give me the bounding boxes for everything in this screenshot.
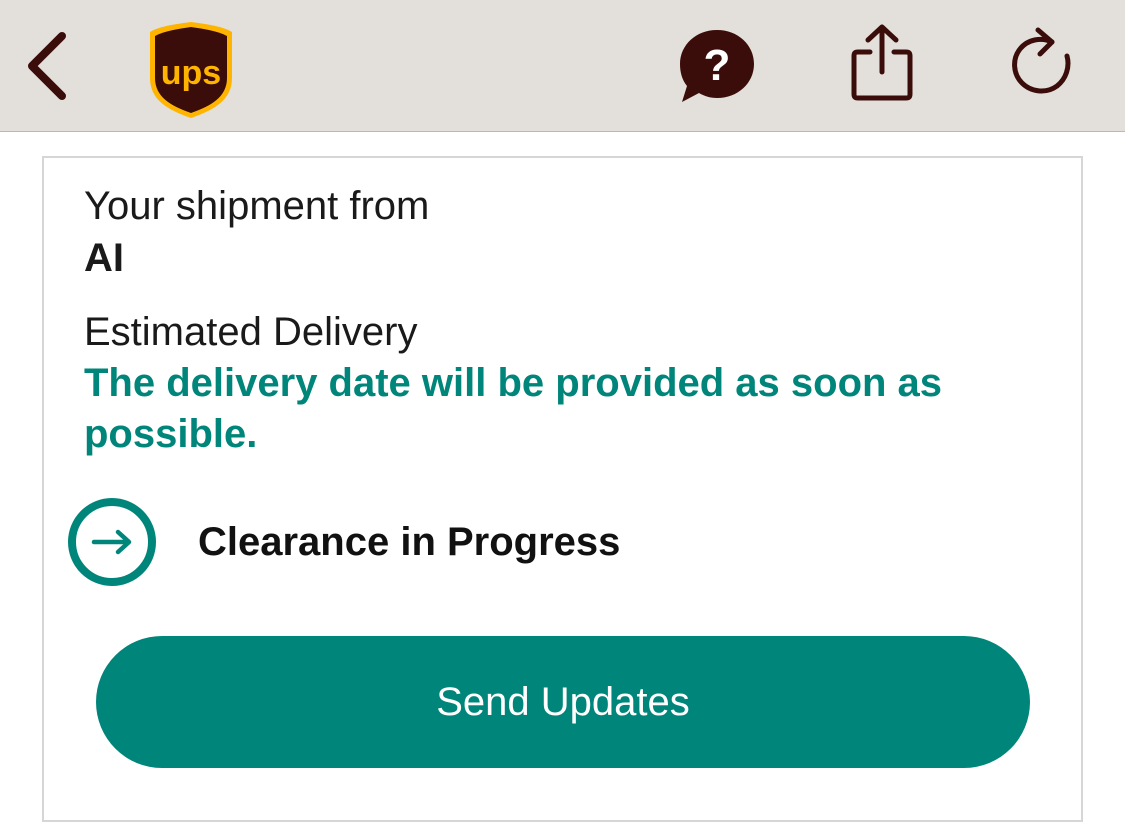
shipment-from-label: Your shipment from (84, 184, 430, 228)
arrow-right-circle-icon (66, 496, 158, 588)
shipment-card: Your shipment from AI Estimated Delivery… (42, 156, 1083, 822)
ups-logo: ups (146, 20, 236, 120)
share-button[interactable] (846, 22, 918, 104)
refresh-icon (1012, 27, 1071, 94)
help-bubble-icon: ? (680, 30, 754, 102)
estimated-delivery-value: The delivery date will be provided as so… (84, 361, 943, 456)
send-updates-button[interactable]: Send Updates (96, 636, 1030, 768)
back-button[interactable] (18, 28, 78, 104)
chevron-left-icon (28, 32, 66, 100)
estimated-delivery-label: Estimated Delivery (84, 310, 418, 354)
share-icon (851, 24, 913, 101)
shipment-from-value: AI (84, 236, 124, 280)
svg-text:ups: ups (161, 54, 221, 92)
top-toolbar: ups ? (0, 0, 1125, 132)
help-button[interactable]: ? (676, 26, 758, 106)
shipment-status: Clearance in Progress (198, 520, 621, 564)
svg-text:?: ? (704, 41, 731, 90)
refresh-button[interactable] (1004, 24, 1076, 102)
